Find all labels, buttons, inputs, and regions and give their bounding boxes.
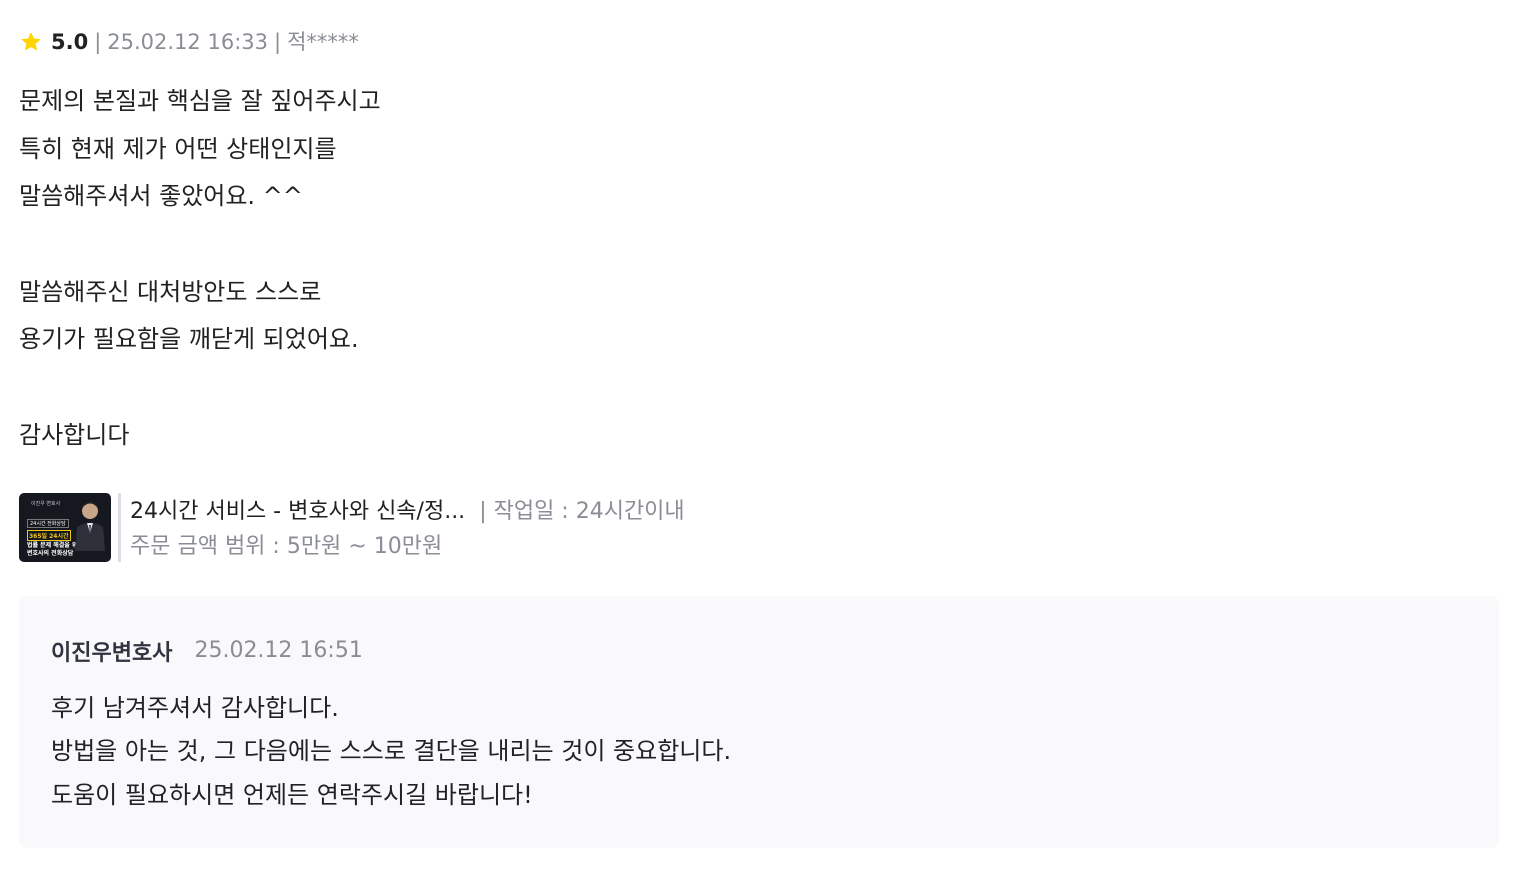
thumbnail-tag: 24시간 전화상담 bbox=[27, 518, 69, 528]
product-price-range: 주문 금액 범위 : 5만원 ~ 10만원 bbox=[130, 533, 443, 559]
review-card: 5.0 | 25.02.12 16:33 | 적***** 문제의 본질과 핵심… bbox=[19, 22, 1499, 848]
reply-line: 후기 남겨주셔서 감사합니다. bbox=[51, 693, 339, 722]
meta-separator: | bbox=[94, 30, 102, 54]
thumbnail-brand: 이진우 변호사 bbox=[31, 500, 61, 507]
review-author: 적***** bbox=[287, 30, 359, 54]
review-line bbox=[19, 221, 1499, 269]
star-icon bbox=[21, 32, 41, 51]
review-line: 용기가 필요함을 깨닫게 되었어요. bbox=[19, 325, 359, 354]
review-meta: 5.0 | 25.02.12 16:33 | 적***** bbox=[19, 22, 1499, 62]
reply-line: 방법을 아는 것, 그 다음에는 스스로 결단을 내리는 것이 중요합니다. bbox=[51, 737, 732, 765]
thumbnail-line: 변호사의 전화상담 bbox=[27, 549, 74, 557]
reply-header: 이진우변호사 25.02.12 16:51 bbox=[51, 634, 1467, 668]
product-title-link[interactable]: 24시간 서비스 - 변호사와 신속/정... bbox=[130, 493, 465, 525]
review-date: 25.02.12 16:33 bbox=[107, 30, 268, 54]
product-thumbnail[interactable]: 이진우 변호사 24시간 전화상담 365일 24시간 법률 문제 해결을 위한… bbox=[19, 492, 111, 562]
product-info: 24시간 서비스 - 변호사와 신속/정... | 작업일 : 24시간이내 주… bbox=[130, 493, 685, 563]
review-line bbox=[19, 364, 1499, 412]
meta-separator: | bbox=[274, 30, 282, 54]
reply-line: 도움이 필요하시면 언제든 연락주시길 바랍니다! bbox=[51, 780, 533, 809]
reply-body: 후기 남겨주셔서 감사합니다. 방법을 아는 것, 그 다음에는 스스로 결단을… bbox=[51, 687, 1467, 818]
reply-date: 25.02.12 16:51 bbox=[194, 638, 363, 663]
reply-author: 이진우변호사 bbox=[51, 640, 173, 666]
divider bbox=[118, 492, 121, 562]
product-workday: | 작업일 : 24시간이내 bbox=[479, 498, 685, 524]
review-line: 감사합니다 bbox=[19, 420, 130, 449]
review-line: 특히 현재 제가 어떤 상태인지를 bbox=[19, 134, 337, 163]
seller-reply: 이진우변호사 25.02.12 16:51 후기 남겨주셔서 감사합니다. 방법… bbox=[19, 595, 1499, 848]
review-line: 말씀해주셔서 좋았어요. ^^ bbox=[19, 182, 303, 211]
rating-value: 5.0 bbox=[51, 30, 89, 54]
review-line: 문제의 본질과 핵심을 잘 짚어주시고 bbox=[19, 87, 381, 115]
review-line: 말씀해주신 대처방안도 스스로 bbox=[19, 277, 322, 306]
product-summary[interactable]: 이진우 변호사 24시간 전화상담 365일 24시간 법률 문제 해결을 위한… bbox=[19, 492, 1499, 563]
lawyer-portrait-icon bbox=[75, 501, 105, 551]
review-body: 문제의 본질과 핵심을 잘 짚어주시고 특히 현재 제가 어떤 상태인지를 말씀… bbox=[19, 78, 1499, 460]
